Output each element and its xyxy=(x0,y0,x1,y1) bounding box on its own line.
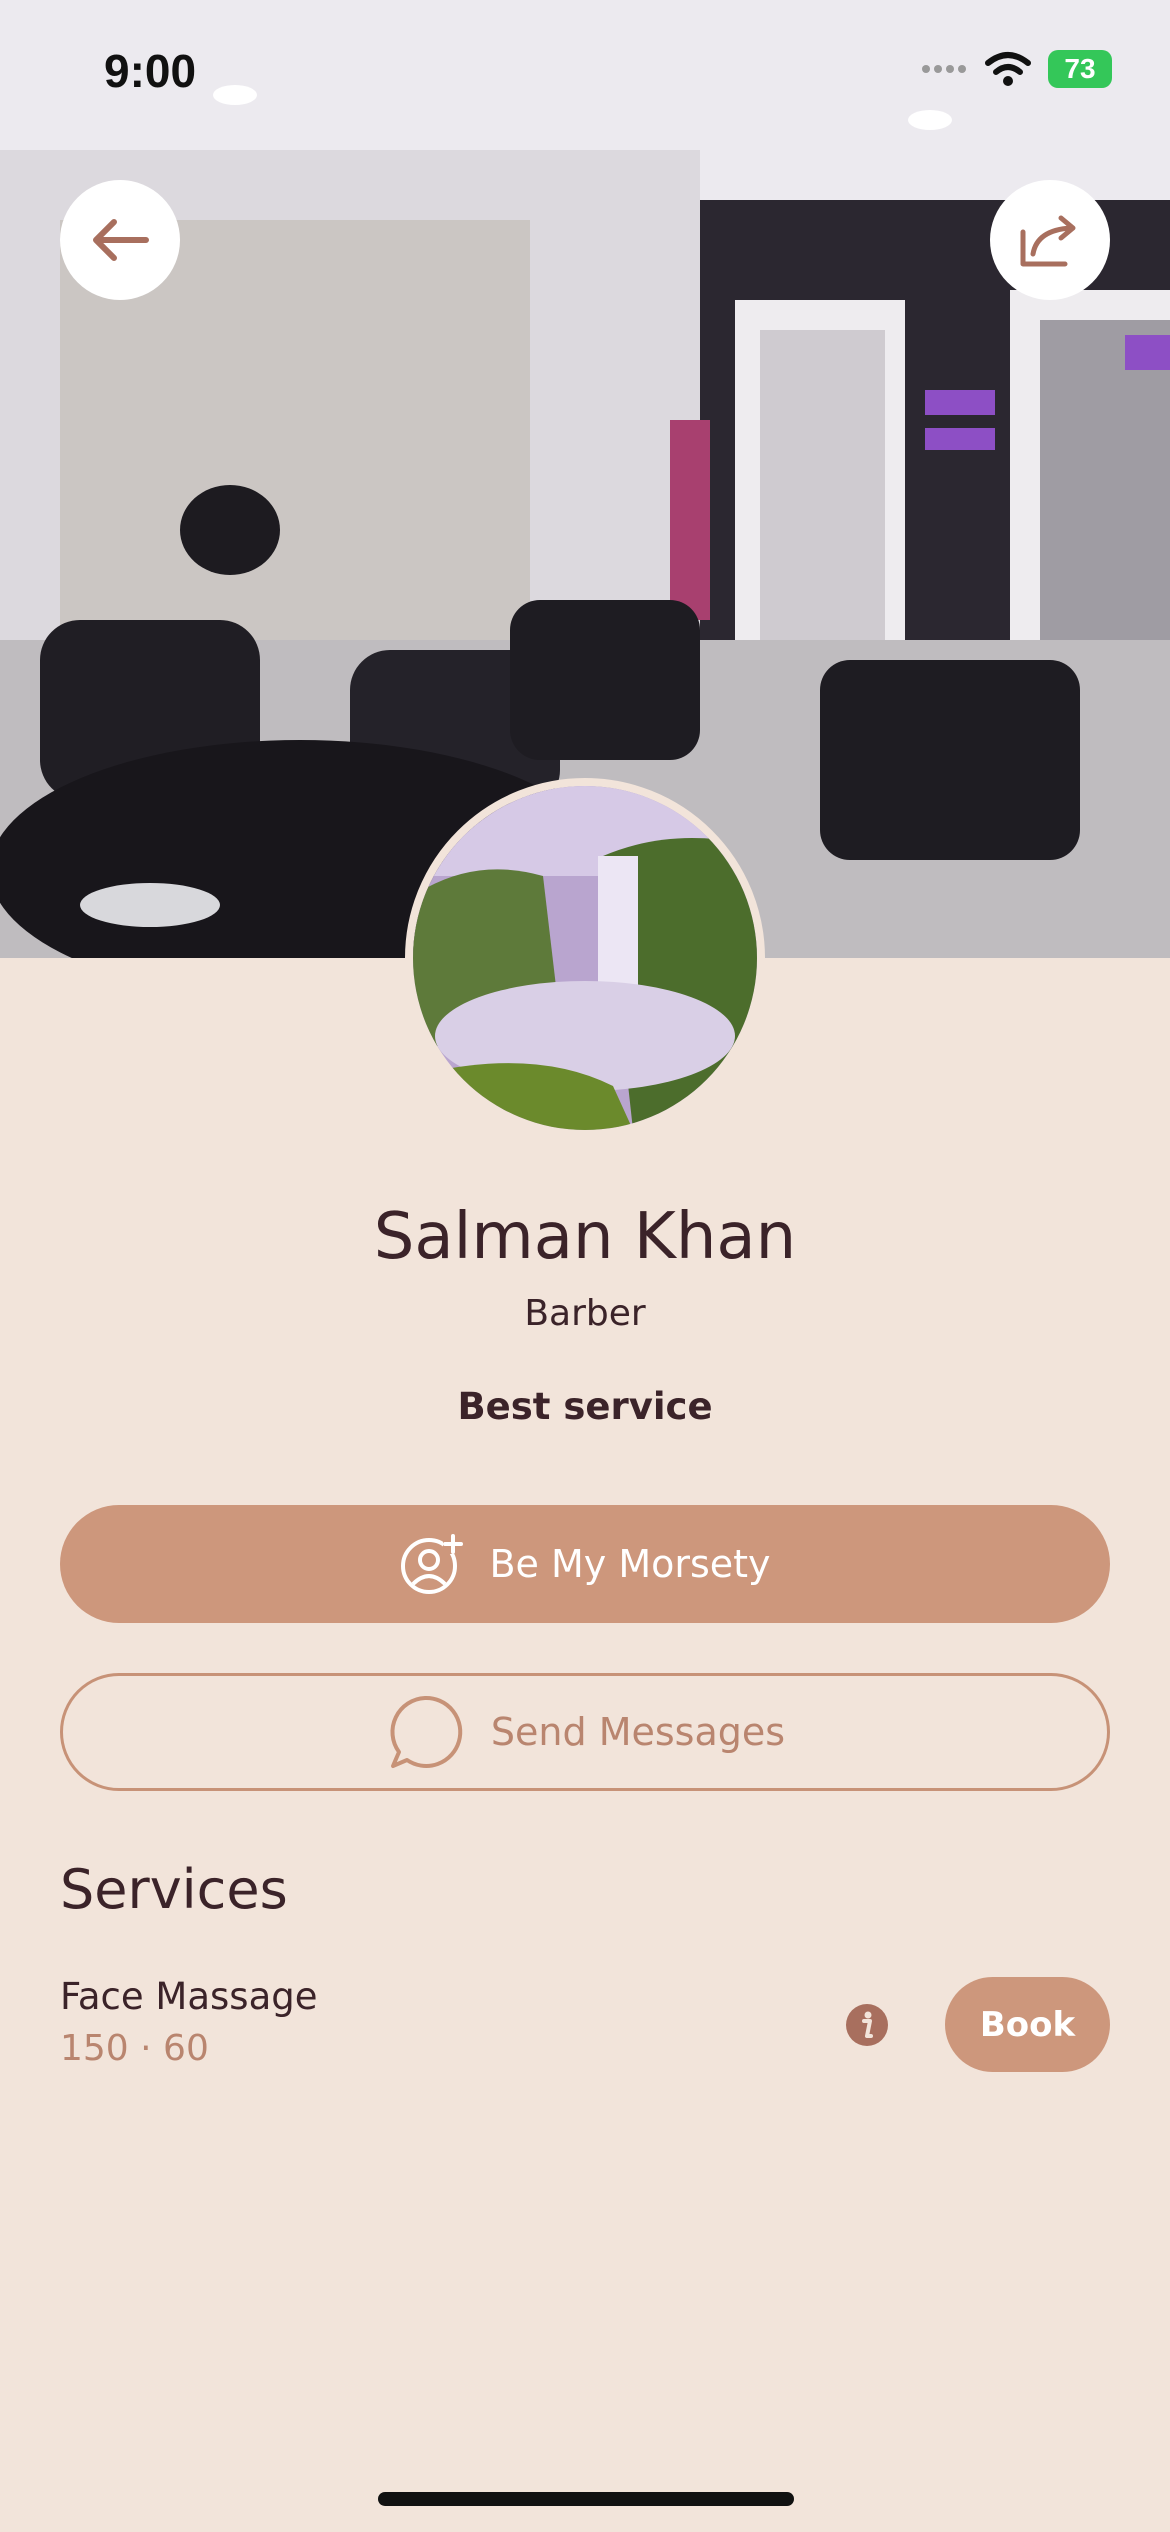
profile-tagline: Best service xyxy=(457,1385,713,1428)
info-icon xyxy=(846,2004,888,2046)
chat-bubble-icon xyxy=(390,1695,463,1768)
service-name: Face Massage xyxy=(60,1975,318,2018)
profile-name: Salman Khan xyxy=(373,1200,797,1274)
share-icon xyxy=(1020,215,1076,267)
profile-avatar xyxy=(405,778,765,1138)
status-icons: 73 xyxy=(920,50,1112,88)
wifi-icon xyxy=(985,52,1031,86)
service-meta: 150 · 60 xyxy=(60,2028,209,2069)
cellular-icon xyxy=(922,65,966,73)
send-messages-label: Send Messages xyxy=(490,1710,786,1754)
service-info-button[interactable] xyxy=(845,2003,889,2051)
waterfall-avatar-image xyxy=(413,786,757,1130)
services-title: Services xyxy=(60,1858,288,1921)
back-button[interactable] xyxy=(60,180,180,300)
battery-indicator: 73 xyxy=(1048,50,1112,88)
share-button[interactable] xyxy=(990,180,1110,300)
add-user-icon xyxy=(401,1534,464,1594)
be-my-morsety-button[interactable]: Be My Morsety xyxy=(60,1505,1110,1623)
book-button[interactable]: Book xyxy=(945,1977,1110,2072)
be-my-morsety-label: Be My Morsety xyxy=(489,1542,771,1586)
status-time: 9:00 xyxy=(104,45,197,97)
battery-level: 73 xyxy=(1064,53,1096,84)
home-indicator xyxy=(378,2492,794,2506)
send-messages-button[interactable]: Send Messages xyxy=(60,1673,1110,1791)
profile-role: Barber xyxy=(524,1293,646,1334)
back-arrow-icon xyxy=(93,219,149,261)
